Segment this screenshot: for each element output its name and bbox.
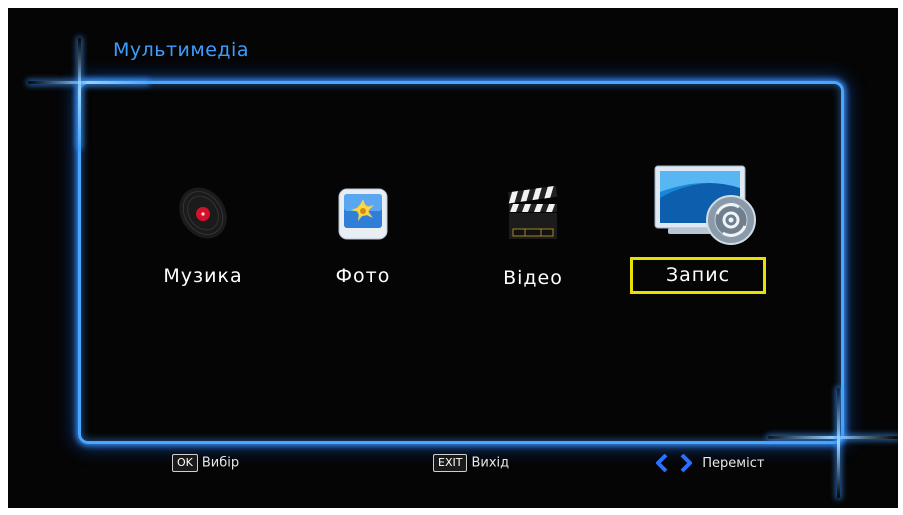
menu-item-video[interactable]: Відео bbox=[478, 183, 588, 293]
arrow-left-icon bbox=[656, 454, 668, 472]
hint-select-label: Вибір bbox=[201, 455, 240, 471]
ok-key-badge: OK bbox=[172, 454, 198, 472]
menu-item-label: Фото bbox=[335, 265, 391, 287]
menu-item-record[interactable]: Запис bbox=[628, 158, 768, 298]
exit-key-badge: EXIT bbox=[433, 454, 468, 472]
vinyl-record-icon bbox=[179, 187, 227, 239]
menu-item-music[interactable]: Музика bbox=[148, 183, 258, 293]
hint-exit-label: Вихід bbox=[471, 455, 510, 471]
menu-item-label: Запис bbox=[665, 264, 731, 286]
page-title: Мультимедіа bbox=[113, 39, 249, 61]
hint-move: Переміст bbox=[656, 454, 764, 472]
hint-select: OK Вибір bbox=[172, 454, 239, 472]
menu-item-photo[interactable]: Фото bbox=[308, 183, 418, 293]
hint-move-label: Переміст bbox=[702, 455, 765, 471]
arrow-right-icon bbox=[680, 454, 693, 472]
menu-item-label: Музика bbox=[163, 265, 243, 287]
menu-item-label: Відео bbox=[503, 267, 563, 289]
record-monitor-icon bbox=[654, 165, 756, 245]
photo-icon bbox=[338, 188, 388, 240]
clapperboard-icon bbox=[508, 185, 558, 239]
hint-exit: EXIT Вихід bbox=[433, 454, 509, 472]
tv-screen: Мультимедіа Музика Фото Відео Запис OK В… bbox=[8, 8, 898, 508]
